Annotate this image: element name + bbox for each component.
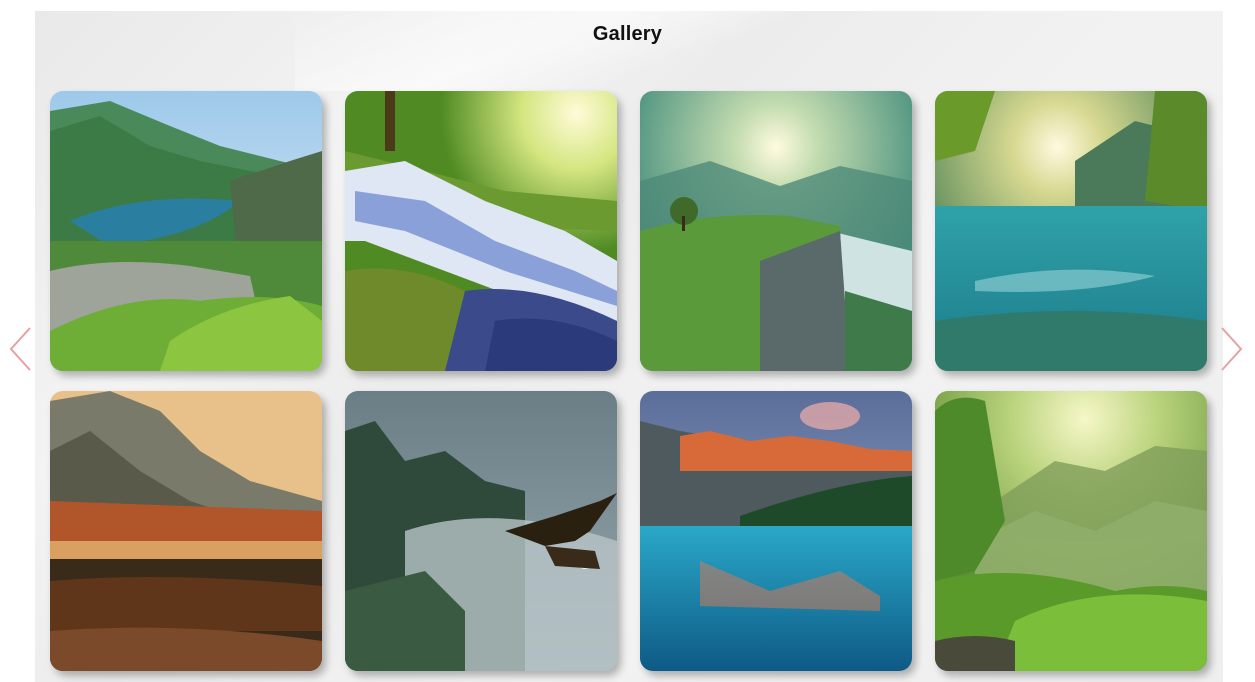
misty-forest-eagle-image[interactable] [345, 391, 617, 671]
autumn-pond-image[interactable] [50, 391, 322, 671]
green-valley-image[interactable] [935, 391, 1207, 671]
chevron-left-icon [9, 327, 31, 371]
mountain-reflection-lake-image[interactable] [640, 391, 912, 671]
chevron-right-icon [1221, 327, 1243, 371]
next-button[interactable] [1220, 326, 1244, 372]
cliff-valley-image[interactable] [640, 91, 912, 371]
mountain-lake-image[interactable] [50, 91, 322, 371]
forest-waterfall-image[interactable] [345, 91, 617, 371]
prev-button[interactable] [8, 326, 32, 372]
gallery-title: Gallery [592, 23, 663, 45]
sunlit-lake-image[interactable] [935, 91, 1207, 371]
